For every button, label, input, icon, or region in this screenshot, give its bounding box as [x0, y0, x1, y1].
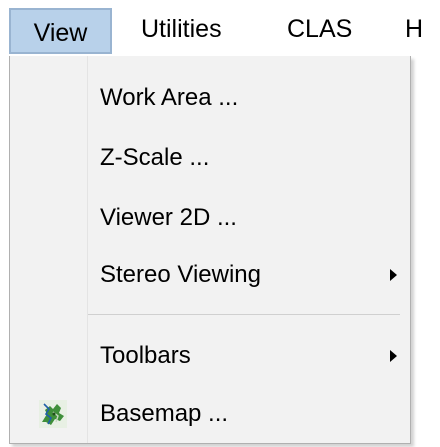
- menu-utilities[interactable]: Utilities: [141, 0, 222, 58]
- menu-bar: View Utilities CLAS H: [0, 0, 440, 58]
- submenu-arrow-icon: [390, 350, 397, 362]
- menu-item-label: Z-Scale ...: [100, 144, 210, 171]
- menu-item-z-scale[interactable]: Z-Scale ...: [10, 132, 410, 184]
- menu-item-viewer-2d[interactable]: Viewer 2D ...: [10, 192, 410, 244]
- menu-help[interactable]: H: [405, 0, 423, 58]
- view-menu-dropdown: Work Area ... Z-Scale ... Viewer 2D ... …: [9, 56, 411, 444]
- menu-item-label: Basemap ...: [100, 400, 229, 427]
- basemap-icon: [39, 400, 67, 428]
- app-window: View Utilities CLAS H Work Area ... Z-Sc…: [0, 0, 440, 447]
- menu-item-toolbars[interactable]: Toolbars: [10, 330, 410, 382]
- menu-item-label: Stereo Viewing: [100, 261, 261, 288]
- menu-item-basemap[interactable]: Basemap ...: [10, 388, 410, 440]
- menu-item-label: Work Area ...: [100, 84, 239, 111]
- submenu-arrow-icon: [390, 269, 397, 281]
- menu-item-label: Viewer 2D ...: [100, 204, 237, 231]
- menu-item-stereo-viewing[interactable]: Stereo Viewing: [10, 249, 410, 301]
- menu-view[interactable]: View: [9, 8, 112, 54]
- menu-separator: [88, 314, 400, 315]
- menu-item-label: Toolbars: [100, 342, 191, 369]
- menu-item-work-area[interactable]: Work Area ...: [10, 72, 410, 124]
- menu-clas[interactable]: CLAS: [287, 0, 352, 58]
